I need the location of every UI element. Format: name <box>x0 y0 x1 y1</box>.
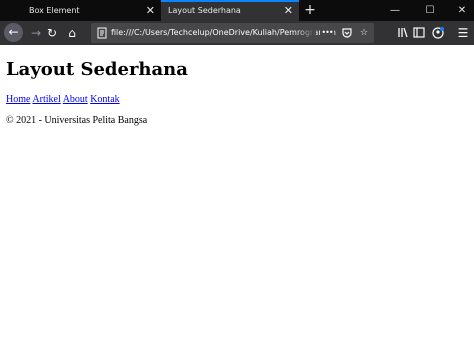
back-icon[interactable]: ← <box>4 23 23 42</box>
nav-link-artikel[interactable]: Artikel <box>32 94 60 105</box>
tab-strip: Box Element ✕ Layout Sederhana ✕ + — ☐ ✕ <box>0 0 474 21</box>
site-nav: Home Artikel About Kontak <box>6 94 120 105</box>
pocket-icon[interactable] <box>340 23 354 43</box>
more-actions-icon[interactable]: ••• <box>320 23 334 43</box>
url-bar[interactable]: file:///C:/Users/Techcelup/OneDrive/Kuli… <box>91 23 374 43</box>
bookmark-star-icon[interactable]: ☆ <box>357 23 371 43</box>
reload-icon[interactable]: ↻ <box>41 22 63 44</box>
close-icon[interactable]: ✕ <box>284 0 293 21</box>
page-footer: © 2021 - Universitas Pelita Bangsa <box>6 115 148 126</box>
page-icon <box>96 23 108 43</box>
new-tab-icon[interactable]: + <box>303 0 317 21</box>
close-icon[interactable]: ✕ <box>146 0 155 21</box>
account-icon[interactable] <box>427 22 449 44</box>
window-close-icon[interactable]: ✕ <box>450 0 474 21</box>
page-title: Layout Sederhana <box>6 59 188 80</box>
nav-link-home[interactable]: Home <box>6 94 30 105</box>
nav-link-about[interactable]: About <box>63 94 88 105</box>
nav-link-kontak[interactable]: Kontak <box>90 94 119 105</box>
menu-icon[interactable]: ☰ <box>452 22 474 44</box>
page-content: Layout Sederhana Home Artikel About Kont… <box>0 45 474 355</box>
tab-label: Layout Sederhana <box>168 6 241 15</box>
navigation-toolbar: ← → ↻ ⌂ file:///C:/Users/Techcelup/OneDr… <box>0 21 474 45</box>
tab-layout-sederhana[interactable]: Layout Sederhana ✕ <box>161 0 299 21</box>
home-icon[interactable]: ⌂ <box>61 22 83 44</box>
tab-box-element[interactable]: Box Element ✕ <box>0 0 161 21</box>
tab-label: Box Element <box>29 6 80 15</box>
minimize-icon[interactable]: — <box>383 0 407 21</box>
maximize-icon[interactable]: ☐ <box>418 0 442 21</box>
